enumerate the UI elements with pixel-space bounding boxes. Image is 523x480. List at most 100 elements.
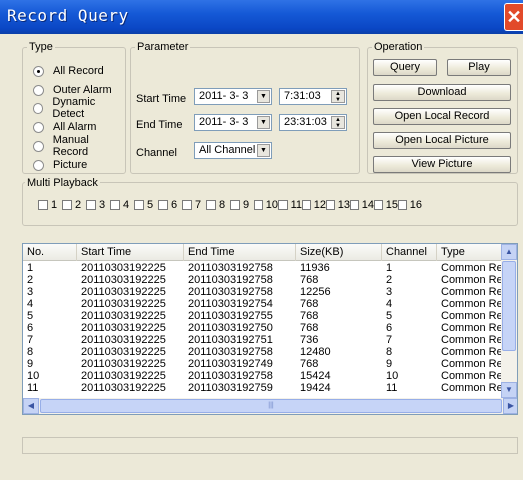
checkbox-channel-4[interactable]: 4 xyxy=(110,199,134,211)
checkbox-channel-10[interactable]: 10 xyxy=(254,199,278,211)
scroll-down-icon[interactable]: ▼ xyxy=(501,382,517,398)
checkbox-channel-12[interactable]: 12 xyxy=(302,199,326,211)
close-icon[interactable]: ✕ xyxy=(505,4,523,30)
column-header-end-time[interactable]: End Time xyxy=(184,244,296,261)
cell-type: Common Record xyxy=(441,262,503,274)
spinner-icon[interactable]: ▲ ▼ xyxy=(331,116,345,129)
radio-icon[interactable] xyxy=(33,159,44,171)
cell-no: 3 xyxy=(27,286,34,298)
checkbox-channel-1[interactable]: 1 xyxy=(38,199,62,211)
table-row[interactable]: 2 20110303192225 20110303192758 768 2 Common … xyxy=(23,274,503,286)
radio-outer-alarm[interactable]: Outer Alarm xyxy=(33,83,112,97)
table-row[interactable]: 1 20110303192225 20110303192758 11936 1 Commo… xyxy=(23,262,503,274)
scroll-up-icon[interactable]: ▲ xyxy=(501,244,517,260)
open-local-picture-button[interactable]: Open Local Picture xyxy=(373,132,511,149)
end-time-spinner[interactable]: 23:31:03 ▲ ▼ xyxy=(279,114,347,131)
checkbox-channel-3[interactable]: 3 xyxy=(86,199,110,211)
checkbox-icon[interactable] xyxy=(134,200,144,210)
cell-size: 768 xyxy=(300,298,319,310)
checkbox-channel-14[interactable]: 14 xyxy=(350,199,374,211)
chevron-down-icon[interactable]: ▼ xyxy=(257,90,270,103)
record-list[interactable]: No. Start Time End Time Size(KB) Channel… xyxy=(22,243,518,415)
table-row[interactable]: 5 20110303192225 20110303192755 768 5 Common … xyxy=(23,310,503,322)
checkbox-icon[interactable] xyxy=(230,200,240,210)
channel-label: Channel xyxy=(136,147,177,159)
checkbox-icon[interactable] xyxy=(326,200,335,210)
cell-no: 5 xyxy=(27,310,34,322)
table-row[interactable]: 11 20110303192225 20110303192759 19424 11 Com… xyxy=(23,382,503,394)
cell-end-time: 20110303192751 xyxy=(188,334,273,346)
column-header-type[interactable]: Type xyxy=(437,244,503,261)
view-picture-button[interactable]: View Picture xyxy=(373,156,511,173)
channel-select[interactable]: All Channel ▼ xyxy=(194,142,272,159)
checkbox-icon[interactable] xyxy=(302,200,311,210)
table-row[interactable]: 7 20110303192225 20110303192751 736 7 Common … xyxy=(23,334,503,346)
checkbox-icon[interactable] xyxy=(158,200,168,210)
checkbox-channel-11[interactable]: 11 xyxy=(278,199,302,211)
table-row[interactable]: 4 20110303192225 20110303192754 768 4 Common … xyxy=(23,298,503,310)
checkbox-icon[interactable] xyxy=(374,200,383,210)
radio-manual-record[interactable]: Manual Record xyxy=(33,134,125,158)
start-date-picker[interactable]: 2011- 3- 3 ▼ xyxy=(194,88,272,105)
horizontal-scroll-thumb[interactable]: ||| xyxy=(40,399,502,413)
checkbox-channel-15[interactable]: 15 xyxy=(374,199,398,211)
spinner-icon[interactable]: ▲ ▼ xyxy=(331,90,345,103)
table-row[interactable]: 8 20110303192225 20110303192758 12480 8 Commo… xyxy=(23,346,503,358)
checkbox-icon[interactable] xyxy=(278,200,288,210)
table-row[interactable]: 9 20110303192225 20110303192749 768 9 Common … xyxy=(23,358,503,370)
download-button[interactable]: Download xyxy=(373,84,511,101)
checkbox-icon[interactable] xyxy=(398,200,407,210)
column-header-no[interactable]: No. xyxy=(23,244,77,261)
radio-icon[interactable] xyxy=(33,84,44,96)
radio-all-alarm[interactable]: All Alarm xyxy=(33,120,96,134)
checkbox-icon[interactable] xyxy=(254,200,263,210)
scroll-right-icon[interactable]: ▶ xyxy=(503,398,517,414)
scroll-left-icon[interactable]: ◀ xyxy=(23,398,39,414)
checkbox-channel-8[interactable]: 8 xyxy=(206,199,230,211)
query-button[interactable]: Query xyxy=(373,59,437,76)
end-date-picker[interactable]: 2011- 3- 3 ▼ xyxy=(194,114,272,131)
checkbox-icon[interactable] xyxy=(86,200,96,210)
start-time-spinner[interactable]: 7:31:03 ▲ ▼ xyxy=(279,88,347,105)
checkbox-channel-5[interactable]: 5 xyxy=(134,199,158,211)
checkbox-channel-7[interactable]: 7 xyxy=(182,199,206,211)
chevron-down-icon[interactable]: ▼ xyxy=(257,116,270,129)
table-row[interactable]: 3 20110303192225 20110303192758 12256 3 Commo… xyxy=(23,286,503,298)
title-bar[interactable]: Record Query ✕ xyxy=(0,0,523,34)
table-row[interactable]: 10 20110303192225 20110303192758 15424 10 Com… xyxy=(23,370,503,382)
close-button[interactable]: ✕ xyxy=(504,3,523,31)
checkbox-icon[interactable] xyxy=(62,200,72,210)
cell-size: 19424 xyxy=(300,382,331,394)
checkbox-icon[interactable] xyxy=(110,200,120,210)
cell-no: 9 xyxy=(27,358,34,370)
cell-size: 15424 xyxy=(300,370,331,382)
checkbox-icon[interactable] xyxy=(350,200,359,210)
column-header-size[interactable]: Size(KB) xyxy=(296,244,382,261)
checkbox-channel-16[interactable]: 16 xyxy=(398,199,422,211)
column-header-start-time[interactable]: Start Time xyxy=(77,244,184,261)
checkbox-channel-2[interactable]: 2 xyxy=(62,199,86,211)
vertical-scroll-thumb[interactable] xyxy=(502,261,516,351)
play-button[interactable]: Play xyxy=(447,59,511,76)
radio-icon[interactable] xyxy=(33,65,44,77)
chevron-down-icon[interactable]: ▼ xyxy=(257,144,270,157)
radio-icon[interactable] xyxy=(33,102,44,114)
checkbox-channel-9[interactable]: 9 xyxy=(230,199,254,211)
checkbox-icon[interactable] xyxy=(182,200,192,210)
open-local-record-button[interactable]: Open Local Record xyxy=(373,108,511,125)
checkbox-icon[interactable] xyxy=(38,200,48,210)
cell-channel: 6 xyxy=(386,322,393,334)
radio-picture[interactable]: Picture xyxy=(33,158,87,172)
checkbox-channel-13[interactable]: 13 xyxy=(326,199,350,211)
column-header-channel[interactable]: Channel xyxy=(382,244,437,261)
checkbox-channel-6[interactable]: 6 xyxy=(158,199,182,211)
horizontal-scrollbar[interactable]: ◀ ||| ▶ xyxy=(23,398,517,414)
vertical-scrollbar[interactable]: ▲ ▼ xyxy=(501,244,517,398)
radio-dynamic-detect[interactable]: Dynamic Detect xyxy=(33,96,125,120)
radio-all-record[interactable]: All Record xyxy=(33,64,104,78)
radio-icon[interactable] xyxy=(33,140,44,152)
cell-end-time: 20110303192758 xyxy=(188,286,273,298)
checkbox-icon[interactable] xyxy=(206,200,216,210)
radio-icon[interactable] xyxy=(33,121,44,133)
table-row[interactable]: 6 20110303192225 20110303192750 768 6 Common … xyxy=(23,322,503,334)
